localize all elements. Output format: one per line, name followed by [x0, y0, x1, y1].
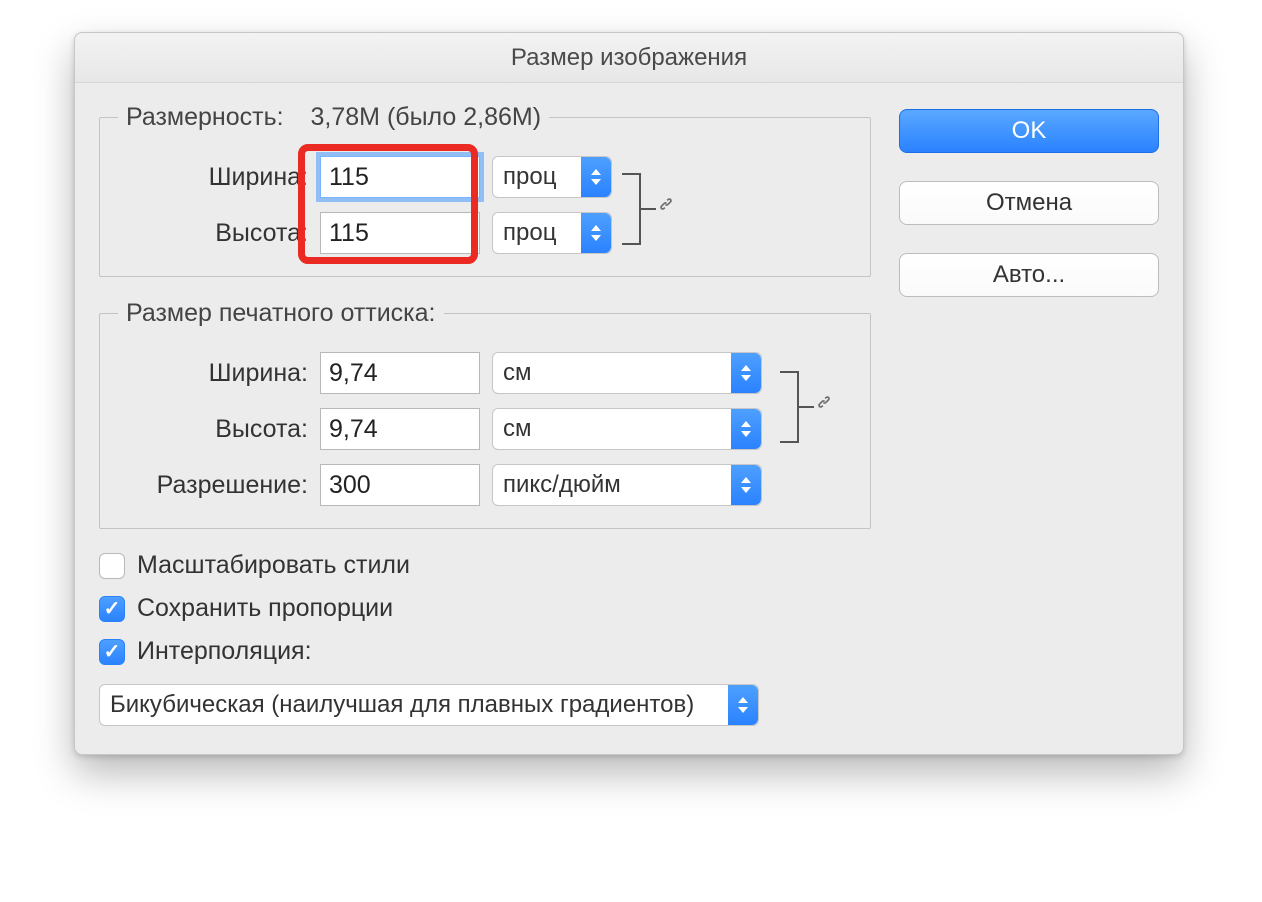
height-unit-value: проц — [503, 219, 556, 247]
cancel-button[interactable]: Отмена — [899, 181, 1159, 225]
interpolation-value: Бикубическая (наилучшая для плавных град… — [110, 691, 694, 719]
height-input[interactable] — [320, 212, 480, 254]
print-width-unit-select[interactable]: см — [492, 352, 762, 394]
print-height-unit-select[interactable]: см — [492, 408, 762, 450]
auto-button[interactable]: Авто... — [899, 253, 1159, 297]
link-icon — [814, 392, 834, 418]
checkbox-checked-icon — [99, 596, 125, 622]
window-title: Размер изображения — [75, 33, 1183, 83]
ok-button[interactable]: OK — [899, 109, 1159, 153]
resolution-input[interactable] — [320, 464, 480, 506]
checkbox-checked-icon — [99, 639, 125, 665]
width-input[interactable] — [320, 156, 480, 198]
pixel-dimensions-label: Размерность: — [126, 103, 284, 131]
resample-checkbox[interactable]: Интерполяция: — [99, 637, 871, 666]
updown-icon — [731, 465, 761, 505]
pixel-dimensions-value: 3,78М (было 2,86М) — [311, 103, 542, 131]
checkbox-icon — [99, 553, 125, 579]
pixel-dimensions-group: Размерность: 3,78М (было 2,86М) Ширина: … — [99, 103, 871, 277]
print-size-group: Размер печатного оттиска: Ширина: см — [99, 299, 871, 529]
resample-label: Интерполяция: — [137, 637, 312, 666]
image-size-dialog: Размер изображения Размерность: 3,78М (б… — [74, 32, 1184, 755]
pixel-dimensions-legend: Размерность: 3,78М (было 2,86М) — [118, 103, 549, 132]
link-icon — [656, 194, 676, 220]
updown-icon — [581, 213, 611, 253]
updown-icon — [731, 409, 761, 449]
interpolation-select[interactable]: Бикубическая (наилучшая для плавных град… — [99, 684, 759, 726]
print-height-label: Высота: — [118, 415, 308, 444]
print-height-unit-value: см — [503, 415, 532, 443]
print-width-input[interactable] — [320, 352, 480, 394]
width-unit-select[interactable]: проц — [492, 156, 612, 198]
print-width-unit-value: см — [503, 359, 532, 387]
print-height-input[interactable] — [320, 408, 480, 450]
print-size-legend: Размер печатного оттиска: — [118, 299, 444, 328]
scale-styles-checkbox[interactable]: Масштабировать стили — [99, 551, 871, 580]
constrain-proportions-checkbox[interactable]: Сохранить пропорции — [99, 594, 871, 623]
width-unit-value: проц — [503, 163, 556, 191]
height-label: Высота: — [118, 219, 308, 248]
scale-styles-label: Масштабировать стили — [137, 551, 410, 580]
resolution-label: Разрешение: — [118, 471, 308, 500]
print-width-label: Ширина: — [118, 359, 308, 388]
height-unit-select[interactable]: проц — [492, 212, 612, 254]
resolution-unit-value: пикс/дюйм — [503, 471, 621, 499]
updown-icon — [728, 685, 758, 725]
resolution-unit-select[interactable]: пикс/дюйм — [492, 464, 762, 506]
updown-icon — [581, 157, 611, 197]
width-label: Ширина: — [118, 163, 308, 192]
constrain-proportions-label: Сохранить пропорции — [137, 594, 393, 623]
updown-icon — [731, 353, 761, 393]
